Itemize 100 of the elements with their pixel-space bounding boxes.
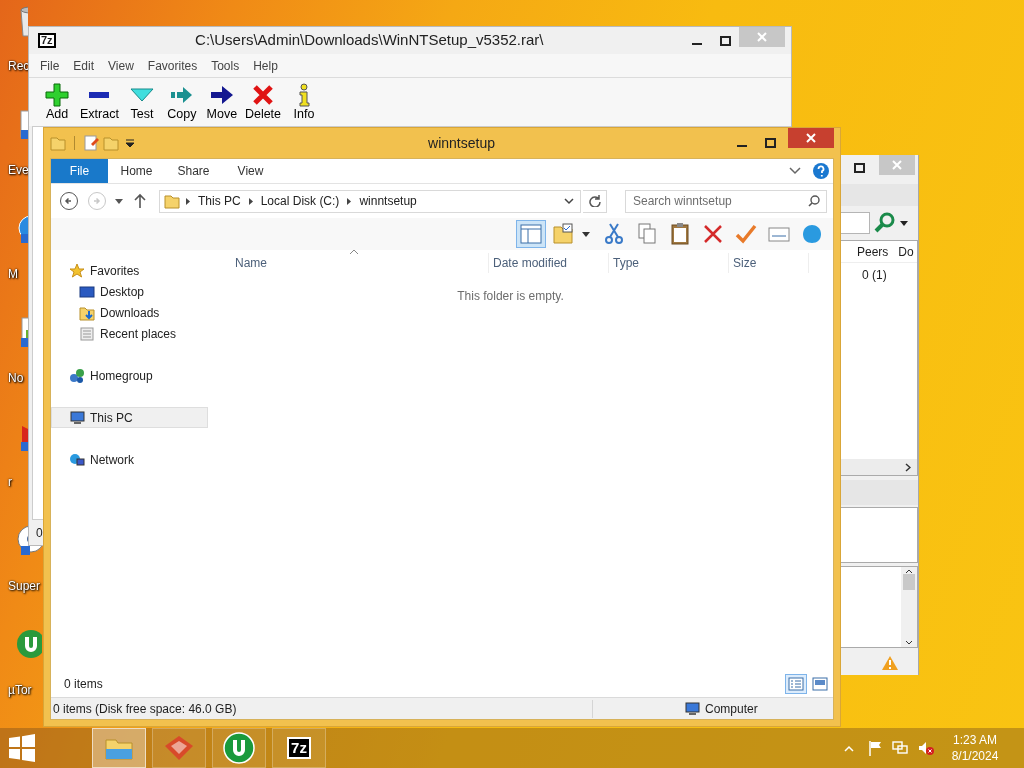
chevron-icon[interactable] xyxy=(248,197,253,205)
icon-label: µTor xyxy=(8,682,32,698)
ribbon-tab[interactable]: Home xyxy=(108,159,165,183)
search-field[interactable]: Search winntsetup xyxy=(625,189,827,213)
column-header[interactable]: Peers xyxy=(841,242,889,261)
window-title: C:\Users\Admin\Downloads\WinNTSetup_v5352.rar\ xyxy=(194,30,545,51)
status-text: 0 items (Disk free space: 46.0 GB) xyxy=(51,699,593,718)
add-button[interactable]: Add xyxy=(37,83,77,126)
item-count: 0 items xyxy=(64,676,103,693)
column-header[interactable]: Do xyxy=(888,242,914,261)
flag-icon[interactable] xyxy=(868,740,882,756)
dropdown-icon[interactable] xyxy=(564,197,574,205)
icon-label: Super xyxy=(8,578,41,594)
extract-button[interactable]: Extract xyxy=(77,83,122,126)
caret-icon[interactable] xyxy=(582,231,590,237)
ribbon-tab[interactable]: View xyxy=(222,159,279,183)
start-button[interactable] xyxy=(8,734,36,762)
folder-icon xyxy=(164,193,180,209)
maximize-icon[interactable] xyxy=(764,138,776,148)
refresh-icon[interactable] xyxy=(588,195,601,207)
breadcrumb-item[interactable]: This PC xyxy=(196,192,243,210)
close-icon[interactable] xyxy=(806,133,816,143)
search-icon[interactable] xyxy=(874,212,896,234)
icon-label: r xyxy=(8,474,12,490)
icon-label: Eve xyxy=(8,162,29,178)
scrollbar[interactable] xyxy=(841,459,917,475)
computer-icon xyxy=(685,701,701,716)
status-text: 0 xyxy=(35,525,44,542)
navigation-item[interactable]: Favorites xyxy=(51,260,208,281)
navigation-item[interactable]: Homegroup xyxy=(51,365,208,386)
menu-item[interactable]: File xyxy=(33,56,67,75)
navigation-item[interactable]: Recent places xyxy=(51,323,208,344)
delete-button[interactable]: Delete xyxy=(241,83,285,126)
properties-icon[interactable] xyxy=(83,135,99,151)
network-icon[interactable] xyxy=(69,451,85,468)
customize-icon[interactable] xyxy=(125,138,135,148)
caret-icon[interactable] xyxy=(900,220,908,226)
taskbar-app[interactable] xyxy=(152,728,206,768)
chevron-right-icon[interactable] xyxy=(905,462,911,472)
empty-message: This folder is empty. xyxy=(456,288,565,305)
icon-label: Rec xyxy=(8,58,30,74)
menu-item[interactable]: Tools xyxy=(204,56,247,75)
cross-icon[interactable] xyxy=(250,83,275,107)
column-header[interactable]: Type xyxy=(609,253,729,273)
navigation-item[interactable]: Downloads xyxy=(51,302,208,323)
taskbar-app[interactable] xyxy=(212,728,266,768)
back-button[interactable] xyxy=(59,191,79,211)
computer-icon[interactable] xyxy=(69,409,85,426)
info-button[interactable]: Info xyxy=(284,83,325,126)
chevron-down-icon[interactable] xyxy=(905,640,913,645)
address-bar[interactable]: This PC Local Disk (C:) winntsetup xyxy=(159,189,581,213)
icon-label: M xyxy=(8,266,18,282)
scrollbar[interactable] xyxy=(901,567,917,647)
menu-item[interactable]: Favorites xyxy=(140,56,205,75)
chevron-icon[interactable] xyxy=(789,167,801,175)
plus-icon[interactable] xyxy=(45,83,69,107)
table-cell-text: 0 (1) xyxy=(861,267,888,284)
column-header[interactable]: Size xyxy=(729,253,809,273)
search-field[interactable] xyxy=(841,212,870,234)
up-arrow-icon[interactable] xyxy=(133,193,147,209)
torrent-icon[interactable] xyxy=(223,732,255,764)
sort-caret-icon xyxy=(350,249,358,254)
test-button[interactable]: Test xyxy=(121,83,162,126)
chevron-up-icon[interactable] xyxy=(905,569,913,574)
icon-label: No xyxy=(8,370,24,386)
help-icon[interactable] xyxy=(813,163,829,179)
menu-item[interactable]: Edit xyxy=(66,56,102,75)
star-icon[interactable] xyxy=(69,262,85,279)
move-button[interactable]: Move xyxy=(201,83,242,126)
arrow-icon[interactable] xyxy=(209,83,234,107)
downloads-icon[interactable] xyxy=(79,304,95,321)
caret-icon[interactable] xyxy=(115,198,123,204)
copy-button[interactable]: Copy xyxy=(161,83,202,126)
refresh-button[interactable] xyxy=(583,189,607,213)
chevron-icon[interactable] xyxy=(186,197,190,205)
speaker-icon[interactable] xyxy=(918,740,934,756)
ribbon-tab[interactable]: Share xyxy=(165,159,222,183)
search-icon[interactable] xyxy=(808,194,820,207)
taskbar-app[interactable] xyxy=(92,728,146,768)
maximize-icon[interactable] xyxy=(853,163,865,173)
menu-item[interactable]: View xyxy=(101,56,141,75)
navigation-item[interactable]: This PC xyxy=(51,407,208,428)
app-logo: 7z xyxy=(38,33,56,48)
scrollbar-thumb[interactable] xyxy=(903,574,915,590)
navigation-item[interactable]: Network xyxy=(51,449,208,470)
column-header[interactable]: Name xyxy=(228,253,489,273)
menu-item[interactable]: Help xyxy=(246,56,285,75)
window-title: winntsetup xyxy=(427,133,496,153)
breadcrumb-item[interactable]: Local Disk (C:) xyxy=(258,192,342,210)
chevron-icon[interactable] xyxy=(347,197,352,205)
homegroup-icon[interactable] xyxy=(69,367,85,384)
column-header[interactable]: Date modified xyxy=(489,253,609,273)
close-button[interactable] xyxy=(788,128,834,148)
warning-icon[interactable] xyxy=(882,656,898,670)
desktop-icon[interactable] xyxy=(79,283,95,300)
breadcrumb-item[interactable]: winntsetup xyxy=(357,192,419,210)
zone-label: Computer xyxy=(705,700,758,718)
navigation-item[interactable]: Desktop xyxy=(51,281,208,302)
taskbar-app[interactable]: 7z xyxy=(272,728,326,768)
maximize-icon[interactable] xyxy=(719,35,731,46)
